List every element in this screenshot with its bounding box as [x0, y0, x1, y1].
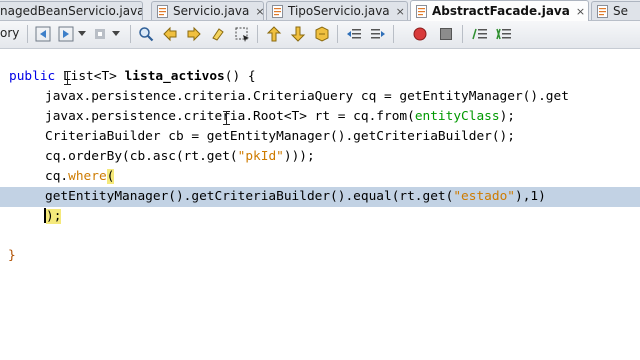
find-previous-icon[interactable]	[160, 24, 180, 44]
java-file-icon	[157, 4, 168, 18]
tab-tipo-servicio[interactable]: TipoServicio.java ×	[266, 1, 408, 20]
field-name: entityClass	[414, 109, 500, 124]
chevron-down-icon[interactable]	[110, 24, 122, 44]
tab-label: nagedBeanServicio.java	[0, 4, 143, 18]
gear-icon[interactable]	[90, 24, 110, 44]
tab-managed-bean-servicio[interactable]: nagedBeanServicio.java ×	[0, 1, 143, 20]
record-macro-icon[interactable]	[410, 24, 430, 44]
toolbar-separator	[257, 25, 258, 43]
stop-macro-icon[interactable]	[436, 24, 456, 44]
back-icon[interactable]	[33, 24, 53, 44]
comment-icon[interactable]	[470, 24, 490, 44]
mouse-ibeam-cursor	[64, 71, 71, 85]
code-text: CriteriaBuilder cb = getEntityManager().…	[45, 129, 515, 144]
method-name: where	[68, 169, 107, 184]
code-line-selected: getEntityManager().getCriteriaBuilder().…	[0, 187, 640, 207]
code-text: ),1)	[514, 189, 546, 204]
code-text: getEntityManager().getCriteriaBuilder().…	[45, 189, 454, 204]
closing-brace: }	[8, 248, 16, 263]
history-tab-label[interactable]: ory	[0, 26, 19, 40]
tab-abstract-facade[interactable]: AbstractFacade.java ×	[410, 0, 589, 21]
editor-tab-bar: nagedBeanServicio.java × Servicio.java ×…	[0, 0, 640, 21]
mouse-ibeam-cursor	[223, 111, 230, 125]
method-name: lista_activos	[124, 69, 225, 84]
shift-left-icon[interactable]	[344, 24, 364, 44]
forward-icon[interactable]	[56, 24, 76, 44]
code-editor[interactable]: public List<T> lista_activos() { javax.p…	[0, 49, 640, 360]
code-text: cq.orderBy(cb.asc(rt.get(	[45, 149, 238, 164]
editor-toolbar: ory	[0, 21, 640, 49]
code-line: );	[0, 207, 640, 227]
chevron-down-icon[interactable]	[76, 24, 88, 44]
code-text: );	[499, 109, 515, 124]
toolbar-separator	[130, 25, 131, 43]
code-line: javax.persistence.criteria.Root<T> rt = …	[0, 107, 640, 127]
highlight-icon[interactable]	[208, 24, 228, 44]
search-icon[interactable]	[136, 24, 156, 44]
toggle-bookmark-icon[interactable]	[312, 24, 332, 44]
code-line: CriteriaBuilder cb = getEntityManager().…	[0, 127, 640, 147]
code-text: )));	[283, 149, 315, 164]
tab-label: AbstractFacade.java	[432, 4, 570, 18]
java-file-icon	[416, 4, 427, 18]
java-file-icon	[597, 4, 608, 18]
tab-label: TipoServicio.java	[288, 4, 390, 18]
code-text: javax.persistence.criteria.CriteriaQuery…	[45, 89, 569, 104]
previous-bookmark-icon[interactable]	[264, 24, 284, 44]
matching-paren: );	[46, 209, 62, 224]
tab-servicio-overflow[interactable]: Se	[591, 1, 640, 20]
code-line: cq.where(	[0, 167, 640, 187]
code-line: javax.persistence.criteria.CriteriaQuery…	[0, 87, 640, 107]
tab-servicio[interactable]: Servicio.java ×	[151, 1, 264, 20]
close-icon[interactable]: ×	[255, 5, 263, 18]
java-file-icon	[272, 4, 283, 18]
tab-label: Servicio.java	[173, 4, 250, 18]
keyword: public	[9, 69, 56, 84]
code-text: () {	[224, 69, 256, 84]
toolbar-separator	[393, 25, 394, 43]
toolbar-separator	[337, 25, 338, 43]
string-literal: "pkId"	[237, 149, 284, 164]
close-icon[interactable]: ×	[576, 5, 585, 18]
close-icon[interactable]: ×	[396, 5, 405, 18]
code-line: cq.orderBy(cb.asc(rt.get("pkId")));	[0, 147, 640, 167]
toolbar-separator	[462, 25, 463, 43]
toolbar-separator	[27, 25, 28, 43]
code-text: cq.	[45, 169, 69, 184]
matching-paren: (	[106, 169, 115, 184]
code-line: public List<T> lista_activos() {	[0, 67, 640, 87]
tab-label: Se	[613, 4, 628, 18]
shift-right-icon[interactable]	[368, 24, 388, 44]
rectangular-selection-icon[interactable]	[232, 24, 252, 44]
next-bookmark-icon[interactable]	[288, 24, 308, 44]
string-literal: "estado"	[453, 189, 515, 204]
uncomment-icon[interactable]	[494, 24, 514, 44]
find-next-icon[interactable]	[184, 24, 204, 44]
